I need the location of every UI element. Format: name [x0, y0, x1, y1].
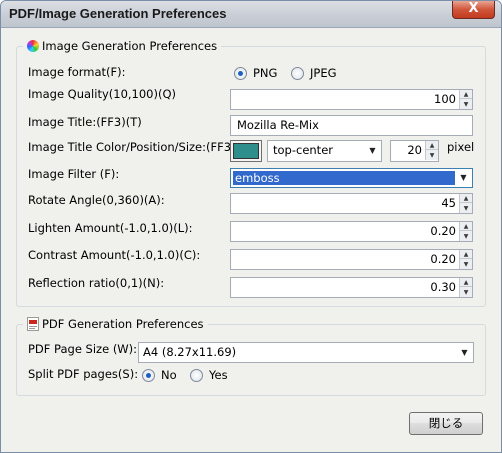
pdf-group-legend: PDF Generation Preferences — [23, 317, 208, 331]
image-title-value[interactable]: Mozilla Re-Mix — [237, 118, 319, 133]
image-quality-value[interactable]: 100 — [434, 92, 456, 107]
rotate-angle-spinner[interactable]: 45 ▲ ▼ — [230, 193, 473, 214]
title-color-swatch[interactable] — [233, 143, 259, 159]
spin-up-icon[interactable]: ▲ — [460, 222, 472, 231]
spin-down-icon[interactable]: ▼ — [460, 204, 472, 213]
pdf-page-size-label: PDF Page Size (W): — [28, 342, 138, 356]
spin-up-icon[interactable]: ▲ — [426, 141, 438, 150]
split-no-radio[interactable] — [142, 369, 155, 382]
split-no-label[interactable]: No — [161, 368, 177, 382]
reflection-spin-buttons[interactable]: ▲ ▼ — [459, 278, 472, 297]
contrast-amount-label: Contrast Amount(-1.0,1.0)(C): — [28, 248, 201, 262]
title-size-value[interactable]: 20 — [407, 143, 422, 158]
title-position-value[interactable]: top-center — [273, 143, 333, 158]
rotate-spin-buttons[interactable]: ▲ ▼ — [459, 194, 472, 213]
rotate-angle-value[interactable]: 45 — [441, 196, 456, 211]
spin-down-icon[interactable]: ▼ — [460, 288, 472, 297]
preferences-dialog: PDF/Image Generation Preferences X Image… — [0, 0, 502, 453]
spin-down-icon[interactable]: ▼ — [426, 151, 438, 160]
window-close-button[interactable]: X — [452, 1, 495, 19]
pdf-page-size-value[interactable]: A4 (8.27x11.69) — [143, 345, 236, 360]
image-format-label: Image format(F): — [28, 65, 126, 79]
spin-down-icon[interactable]: ▼ — [460, 232, 472, 241]
split-pdf-label: Split PDF pages(S): — [28, 367, 139, 381]
lighten-spin-buttons[interactable]: ▲ ▼ — [459, 222, 472, 241]
title-size-spinner[interactable]: 20 ▲ ▼ — [390, 140, 439, 162]
spin-down-icon[interactable]: ▼ — [460, 260, 472, 269]
image-filter-value[interactable]: emboss — [235, 171, 280, 185]
spin-up-icon[interactable]: ▲ — [460, 194, 472, 203]
spin-up-icon[interactable]: ▲ — [460, 90, 472, 99]
title-color-swatch-button[interactable] — [230, 140, 262, 162]
chevron-down-icon[interactable]: ▼ — [364, 141, 381, 160]
spin-up-icon[interactable]: ▲ — [460, 250, 472, 259]
chevron-down-icon[interactable]: ▼ — [455, 169, 472, 187]
close-button[interactable]: 閉じる — [409, 412, 483, 435]
lighten-amount-value[interactable]: 0.20 — [430, 224, 456, 239]
window-title: PDF/Image Generation Preferences — [9, 6, 227, 21]
contrast-amount-value[interactable]: 0.20 — [430, 252, 456, 267]
format-jpeg-radio[interactable] — [291, 67, 304, 80]
title-bar[interactable]: PDF/Image Generation Preferences X — [1, 1, 501, 28]
image-filter-selection[interactable]: emboss — [233, 171, 455, 185]
image-filter-select[interactable]: emboss ▼ — [230, 168, 473, 188]
title-size-spin-buttons[interactable]: ▲ ▼ — [425, 141, 438, 160]
rotate-angle-label: Rotate Angle(0,360)(A): — [28, 193, 165, 207]
format-png-radio[interactable] — [234, 67, 247, 80]
image-quality-spinner[interactable]: 100 ▲ ▼ — [230, 89, 473, 110]
format-png-label[interactable]: PNG — [253, 66, 277, 80]
contrast-amount-spinner[interactable]: 0.20 ▲ ▼ — [230, 249, 473, 270]
reflection-ratio-value[interactable]: 0.30 — [430, 280, 456, 295]
spin-down-icon[interactable]: ▼ — [460, 100, 472, 109]
color-wheel-icon — [27, 40, 39, 52]
lighten-amount-label: Lighten Amount(-1.0,1.0)(L): — [28, 221, 193, 235]
title-position-select[interactable]: top-center ▼ — [267, 140, 382, 162]
reflection-ratio-label: Reflection ratio(0,1)(N): — [28, 276, 165, 290]
image-quality-spin-buttons[interactable]: ▲ ▼ — [459, 90, 472, 109]
pdf-page-size-select[interactable]: A4 (8.27x11.69) ▼ — [138, 342, 474, 363]
split-yes-label[interactable]: Yes — [209, 368, 228, 382]
split-yes-radio[interactable] — [190, 369, 203, 382]
title-style-label: Image Title Color/Position/Size:(FF3) — [28, 140, 236, 154]
spin-up-icon[interactable]: ▲ — [460, 278, 472, 287]
image-group-legend: Image Generation Preferences — [23, 39, 222, 53]
format-jpeg-label[interactable]: JPEG — [310, 66, 337, 80]
pdf-document-icon — [27, 317, 39, 331]
chevron-down-icon[interactable]: ▼ — [456, 343, 473, 362]
image-title-label: Image Title:(FF3)(T) — [28, 115, 142, 129]
lighten-amount-spinner[interactable]: 0.20 ▲ ▼ — [230, 221, 473, 242]
image-filter-label: Image Filter (F): — [28, 167, 120, 181]
image-quality-label: Image Quality(10,100)(Q) — [28, 87, 177, 101]
image-title-input[interactable]: Mozilla Re-Mix — [230, 115, 473, 136]
title-size-unit-label: pixel — [447, 140, 475, 154]
contrast-spin-buttons[interactable]: ▲ ▼ — [459, 250, 472, 269]
reflection-ratio-spinner[interactable]: 0.30 ▲ ▼ — [230, 277, 473, 298]
